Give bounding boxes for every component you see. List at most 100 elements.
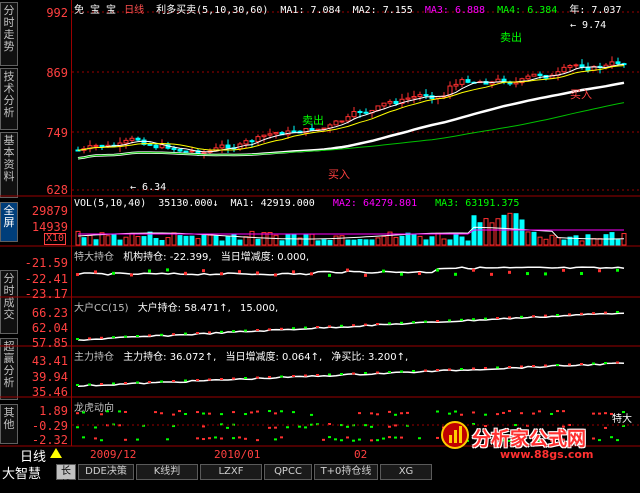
panel2-marker: [520, 315, 523, 318]
panel3-marker: [184, 379, 187, 382]
panel1-marker: [328, 273, 331, 277]
candle-body: [255, 136, 261, 143]
volume-bar: [417, 235, 423, 246]
volume-bar: [585, 234, 591, 246]
stock-name: 免 宝 宝: [74, 5, 117, 16]
panel1-marker: [436, 268, 439, 272]
bottom-tab-kline[interactable]: K线判: [136, 464, 198, 480]
panel2-marker: [580, 312, 583, 315]
period-up-arrow-icon[interactable]: [50, 448, 62, 458]
panel2-marker: [400, 321, 403, 324]
panel4-marker: [226, 426, 229, 429]
ma1-label: MA1: 7.084: [280, 5, 341, 16]
candle-body: [417, 94, 423, 98]
panel4-marker: [376, 413, 379, 416]
panel4-marker: [406, 411, 409, 414]
candle-body: [615, 61, 621, 65]
bottom-tab-t0[interactable]: T+0持仓线: [314, 464, 378, 480]
volume-bar: [591, 238, 597, 246]
panel2-line: [77, 312, 625, 342]
panel3-marker: [124, 382, 127, 384]
panel2-marker: [472, 318, 475, 321]
volume-bar: [249, 230, 255, 246]
panel4-marker: [292, 411, 295, 414]
panel2-marker: [328, 325, 331, 328]
panel3-marker: [592, 362, 595, 365]
buy-signal-2: 买入: [570, 88, 592, 101]
volume-bar: [615, 239, 621, 246]
panel2-marker: [196, 332, 199, 334]
panel1-marker: [508, 270, 511, 274]
panel2-marker: [88, 337, 91, 340]
volume-bar: [333, 235, 339, 246]
panel4-marker: [280, 436, 283, 439]
panel4-marker: [472, 411, 475, 414]
main-y-label-2: 869: [46, 66, 68, 80]
panel3-marker: [556, 364, 559, 366]
main-header: 免 宝 宝 日线 利多买卖(5,10,30,60) MA1: 7.084 MA2:…: [74, 1, 633, 16]
panel1-marker: [94, 270, 97, 274]
volume-bar: [189, 235, 195, 246]
bottom-tab-lzxf[interactable]: LZXF: [200, 464, 262, 480]
candle-body: [387, 100, 393, 104]
volume-bar: [393, 236, 399, 246]
panel4-marker: [448, 412, 451, 415]
panel1-text1: 机构持仓: -22.399,: [123, 252, 212, 263]
vol-ma1: MA1: 42919.000: [230, 198, 315, 209]
candle-body: [201, 151, 207, 154]
volume-bar: [339, 235, 345, 246]
panel2-marker: [340, 324, 343, 327]
panel3-marker: [460, 368, 463, 370]
bottom-tab-dde[interactable]: DDE决策: [78, 464, 134, 480]
panel4-marker: [394, 413, 397, 416]
panel4-marker: [388, 425, 391, 428]
volume-unit: X10: [44, 233, 67, 245]
volume-bar: [411, 234, 417, 246]
volume-bar: [531, 231, 537, 246]
panel4-marker: [208, 437, 211, 440]
panel2-marker: [364, 323, 367, 326]
panel4-marker: [310, 413, 313, 416]
volume-bar: [159, 239, 165, 246]
candle-body: [135, 137, 141, 141]
panel4-marker: [124, 410, 127, 413]
volume-bar: [225, 235, 231, 246]
bottom-tab-long[interactable]: 长线: [56, 464, 76, 491]
candle-body: [561, 66, 567, 73]
candle-body: [147, 143, 153, 146]
panel1-marker: [238, 270, 241, 274]
panel4-marker: [100, 439, 103, 442]
volume-bar: [489, 222, 495, 246]
panel3-marker: [616, 361, 619, 364]
bottom-tab-xg[interactable]: XG: [380, 464, 432, 480]
panel4-marker: [484, 413, 487, 416]
panel1-marker: [112, 271, 115, 275]
panel4-marker: [364, 424, 367, 427]
volume-bar: [357, 239, 363, 246]
panel4-marker: [352, 439, 355, 442]
panel4-marker: [598, 439, 601, 442]
volume-bar: [369, 239, 375, 246]
p3-y-label-2: 39.94: [31, 370, 68, 384]
volume-bar: [465, 240, 471, 246]
panel4-marker: [532, 412, 535, 415]
candle-body: [381, 102, 387, 107]
candle-body: [189, 150, 195, 153]
panel3-marker: [160, 380, 163, 383]
p4-y-label-2: -0.29: [31, 419, 68, 433]
candle-body: [339, 120, 345, 123]
candle-body: [531, 73, 537, 77]
volume-bar: [165, 237, 171, 246]
volume-bar: [423, 239, 429, 246]
panel3-marker: [544, 364, 547, 367]
panel4-marker: [358, 438, 361, 441]
panel4-marker: [418, 437, 421, 440]
panel2-marker: [256, 329, 259, 331]
panel1-marker: [364, 273, 367, 277]
period-label: 日线: [124, 5, 145, 16]
panel4-marker: [298, 425, 301, 428]
panel2-marker: [424, 320, 427, 323]
volume-bar: [597, 238, 603, 246]
bottom-tab-qpcc[interactable]: QPCC: [264, 464, 312, 480]
vol-y-label-2: 14939: [31, 220, 68, 234]
